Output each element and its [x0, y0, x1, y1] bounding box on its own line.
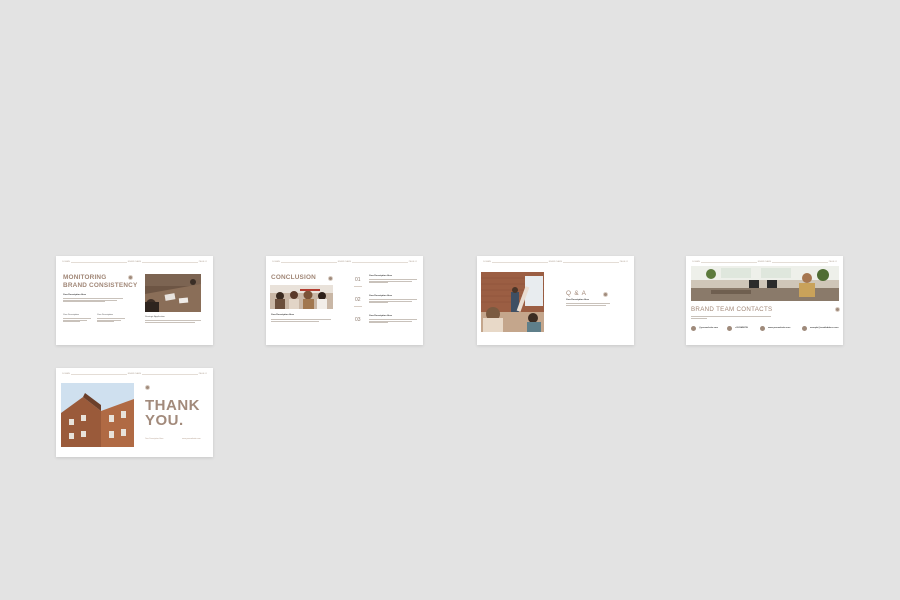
- item-heading: Your Description Here: [369, 295, 392, 297]
- slide-title: BRAND TEAM CONTACTS: [691, 306, 773, 313]
- meeting-table-photo: [145, 274, 201, 312]
- item-number: 01: [355, 277, 361, 283]
- divider: [354, 306, 362, 307]
- topbar-center-text: BRAND NAME: [126, 261, 143, 263]
- phone-icon: [727, 326, 732, 331]
- item-text: [369, 278, 417, 284]
- topbar-right-text: PAGE 01: [407, 261, 418, 263]
- at-icon: [691, 326, 696, 331]
- slide-qa[interactable]: DOMAIN BRAND NAME PAGE 01 Q & A Your Des…: [477, 256, 634, 345]
- topbar-center-text: BRAND NAME: [126, 373, 143, 375]
- slide-thank-you[interactable]: DOMAIN BRAND NAME PAGE 01 THANK YOU. You…: [56, 368, 213, 457]
- description-text: [691, 315, 771, 319]
- topbar-right-text: PAGE 01: [197, 261, 208, 263]
- slide-monitoring[interactable]: DOMAIN BRAND NAME PAGE 01 MONITORING BRA…: [56, 256, 213, 345]
- slide-topbar: DOMAIN BRAND NAME PAGE 01: [691, 260, 838, 264]
- presentation-preview-canvas: { "colors": { "background": "#e3e3e3", "…: [0, 0, 900, 600]
- column-1-text: [63, 317, 91, 323]
- contact-text: www.yourwebsite.com: [768, 327, 791, 329]
- right-text: [145, 319, 201, 323]
- accent-dot-icon: [835, 307, 840, 312]
- column-2-text: [97, 317, 125, 323]
- topbar-left-text: DOMAIN: [61, 261, 71, 263]
- slide-topbar: DOMAIN BRAND NAME PAGE 01: [61, 372, 208, 376]
- item-number: 03: [355, 317, 361, 323]
- accent-dot-icon: [328, 276, 333, 281]
- right-caption: www.yourwebsite.com: [182, 438, 201, 440]
- contact-text: @yourwebsite.com: [699, 327, 719, 329]
- slide-conclusion[interactable]: DOMAIN BRAND NAME PAGE 01 CONCLUSION You…: [266, 256, 423, 345]
- topbar-left-text: DOMAIN: [691, 261, 701, 263]
- team-photo: [270, 285, 333, 309]
- slide-topbar: DOMAIN BRAND NAME PAGE 01: [61, 260, 208, 264]
- accent-dot-icon: [603, 292, 608, 297]
- brick-building-photo: [61, 383, 134, 447]
- slide-title: THANK YOU.: [145, 398, 200, 428]
- topbar-right-text: PAGE 01: [827, 261, 838, 263]
- accent-dot-icon: [128, 275, 133, 280]
- column-2-heading: Your Description: [97, 314, 113, 316]
- topbar-center-text: BRAND NAME: [336, 261, 353, 263]
- office-photo: [691, 266, 839, 301]
- title-line-1: MONITORING: [63, 274, 107, 281]
- slide-title: CONCLUSION: [271, 274, 316, 281]
- column-1-heading: Your Description: [63, 314, 79, 316]
- slide-title: MONITORING BRAND CONSISTENCY: [63, 274, 137, 290]
- topbar-center-text: BRAND NAME: [547, 261, 564, 263]
- title-line-2: BRAND CONSISTENCY: [63, 282, 138, 289]
- topbar-left-text: DOMAIN: [61, 373, 71, 375]
- left-caption: Your Description Here: [145, 438, 164, 440]
- topbar-right-text: PAGE 01: [618, 261, 629, 263]
- title-line-2: YOU.: [145, 412, 184, 429]
- topbar-left-text: DOMAIN: [271, 261, 281, 263]
- contact-text: example@emailaddress.com: [810, 327, 839, 329]
- contact-text: +0123456789: [735, 327, 748, 329]
- slide-title: Q & A: [566, 290, 587, 297]
- sub-heading: Your Description Here: [566, 299, 589, 301]
- item-text: [369, 298, 417, 304]
- title-line-1: THANK: [145, 397, 200, 414]
- accent-dot-icon: [145, 385, 150, 390]
- classroom-photo: [481, 272, 544, 332]
- sub-heading: Your Description Here: [63, 294, 86, 296]
- sub-heading: Your Description Here: [271, 314, 294, 316]
- item-heading: Your Description Here: [369, 275, 392, 277]
- topbar-right-text: PAGE 01: [197, 373, 208, 375]
- item-text: [369, 318, 417, 324]
- description-text: [271, 318, 331, 322]
- slide-topbar: DOMAIN BRAND NAME PAGE 01: [482, 260, 629, 264]
- description-text: [63, 297, 123, 303]
- item-heading: Your Description Here: [369, 315, 392, 317]
- slide-topbar: DOMAIN BRAND NAME PAGE 01: [271, 260, 418, 264]
- slide-contacts[interactable]: DOMAIN BRAND NAME PAGE 01 BRAND TEAM CON…: [686, 256, 843, 345]
- globe-icon: [760, 326, 765, 331]
- divider: [354, 286, 362, 287]
- topbar-center-text: BRAND NAME: [756, 261, 773, 263]
- topbar-left-text: DOMAIN: [482, 261, 492, 263]
- right-heading: Strategic Application: [145, 316, 165, 318]
- description-text: [566, 302, 610, 306]
- item-number: 02: [355, 297, 361, 303]
- mail-icon: [802, 326, 807, 331]
